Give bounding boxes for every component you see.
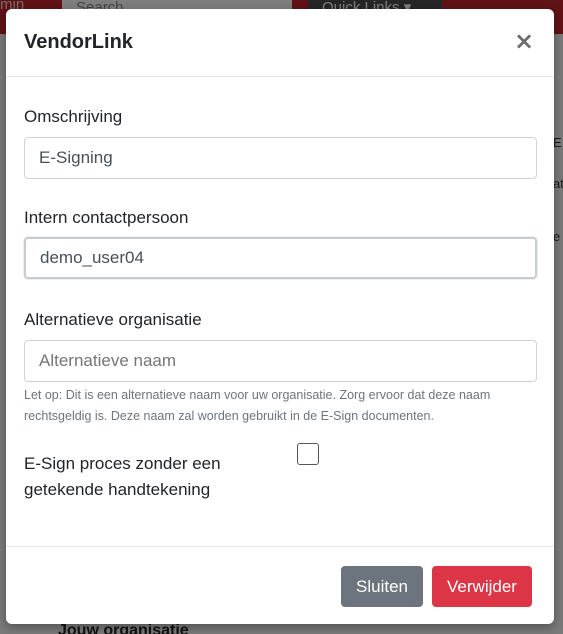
modal-footer: Sluiten Verwijder <box>6 546 554 624</box>
alt-org-label: Alternatieve organisatie <box>24 310 202 329</box>
modal-title: VendorLink <box>24 31 133 53</box>
modal-header: VendorLink × <box>6 9 554 77</box>
vendorlink-modal: VendorLink × Omschrijving Intern contact… <box>6 9 554 624</box>
alt-org-input[interactable] <box>24 340 537 382</box>
no-signature-label: E-Sign proces zonder een getekende handt… <box>24 454 221 499</box>
internal-contact-input[interactable] <box>24 237 537 279</box>
description-input[interactable] <box>24 137 537 179</box>
no-signature-checkbox[interactable] <box>297 443 319 465</box>
internal-contact-label: Intern contactpersoon <box>24 208 189 227</box>
description-label: Omschrijving <box>24 107 123 126</box>
alt-org-help-text: Let op: Dit is een alternatieve naam voo… <box>24 388 491 423</box>
modal-body: Omschrijving Intern contactpersoon Alter… <box>6 77 554 547</box>
close-icon[interactable]: × <box>512 27 536 55</box>
delete-button[interactable]: Verwijder <box>432 566 532 607</box>
close-button[interactable]: Sluiten <box>341 566 423 607</box>
